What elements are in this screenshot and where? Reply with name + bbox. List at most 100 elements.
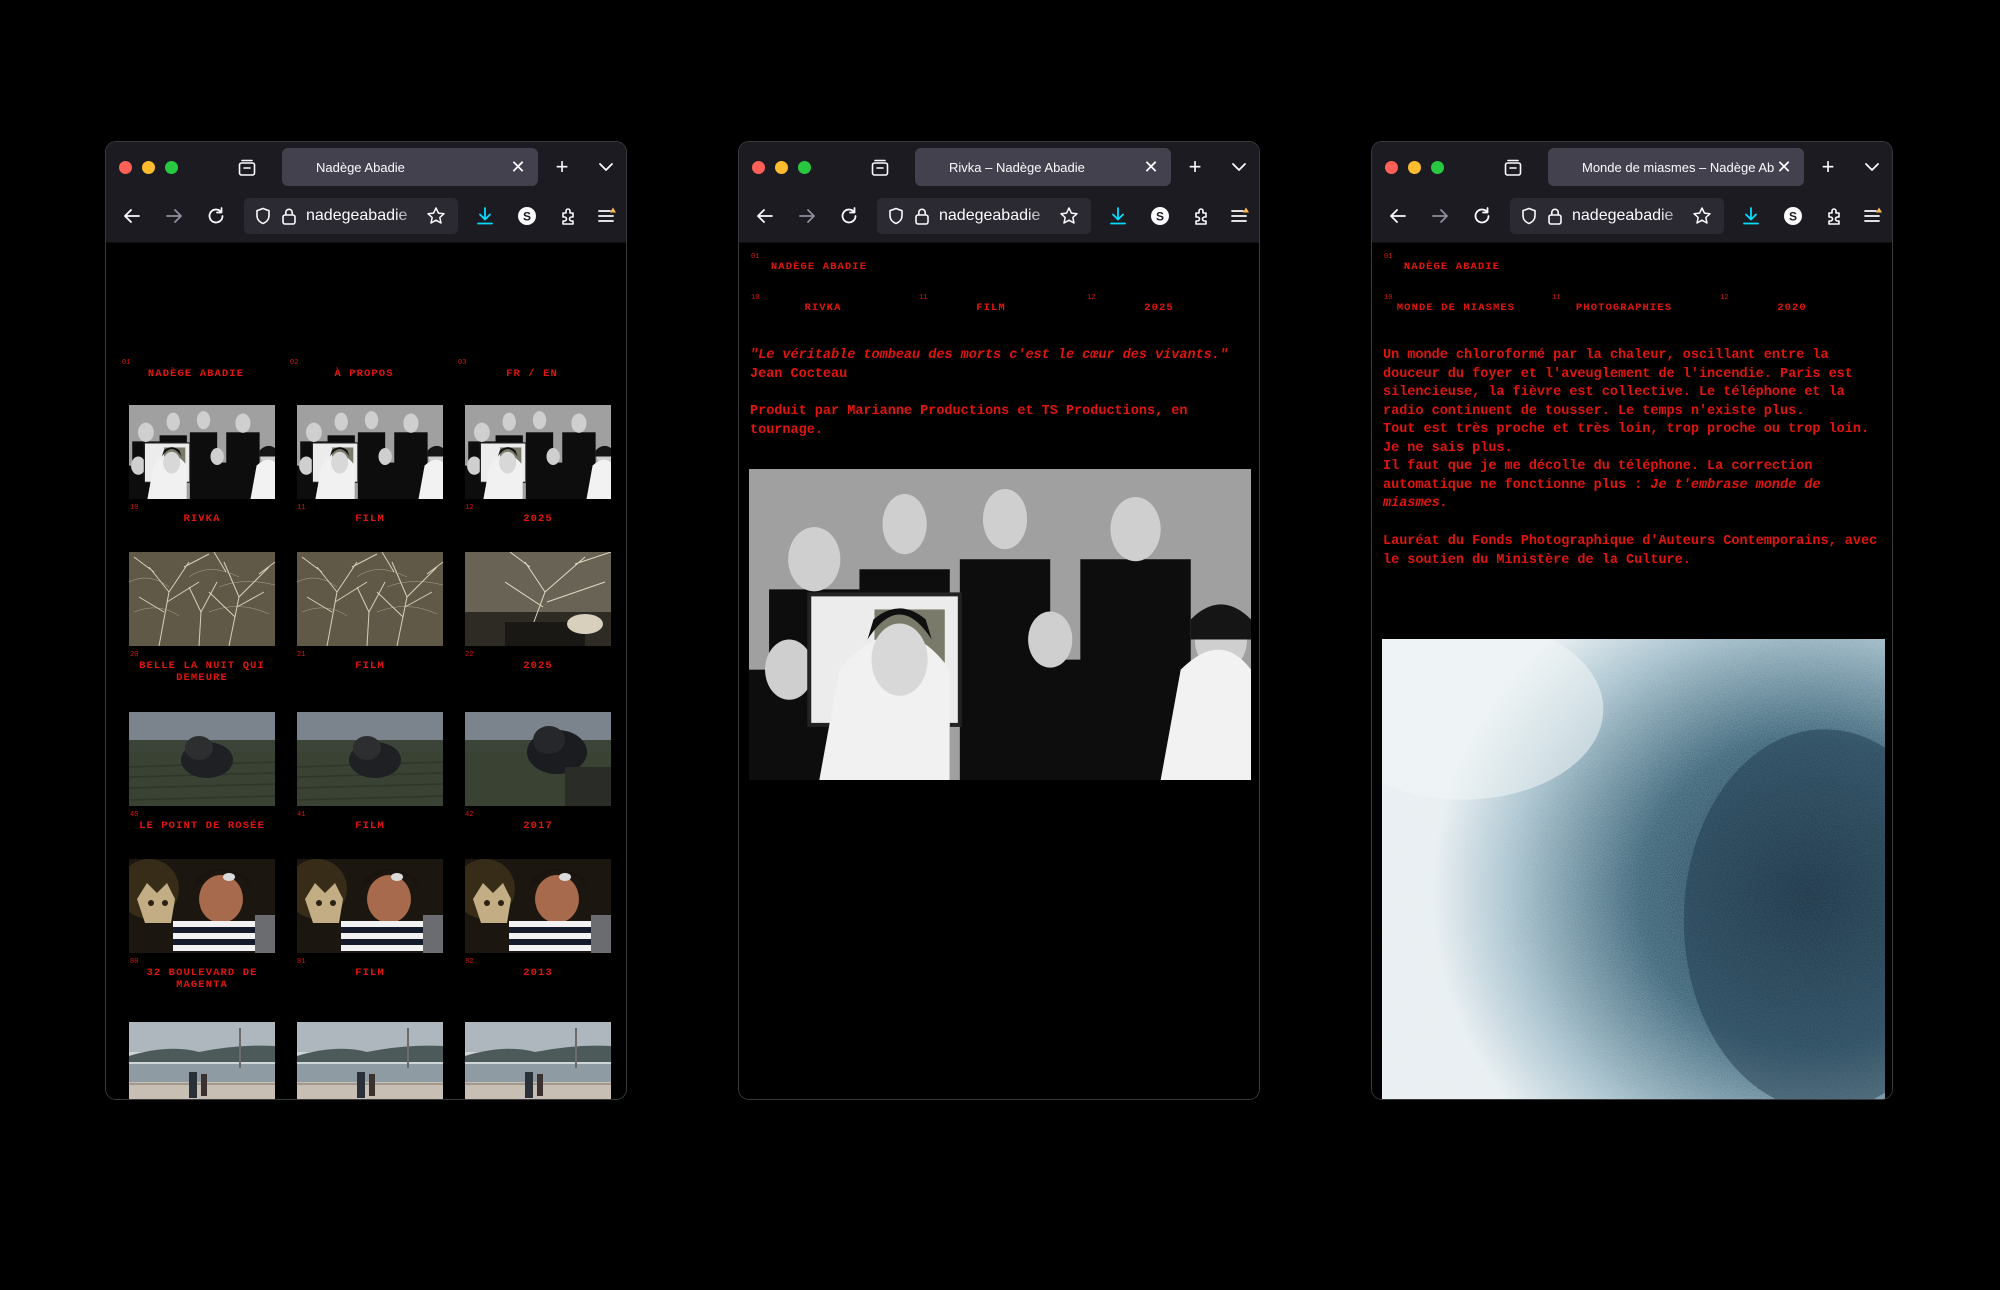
project-thumbnail-boulevard-de-magenta[interactable] [129,859,275,953]
project-year[interactable]: 2013 [465,967,611,979]
project-thumbnail-seaside[interactable] [129,1022,275,1100]
back-icon[interactable] [1387,205,1409,227]
tab-title: Nadège Abadie [316,159,405,175]
project-year[interactable]: 2017 [465,820,611,832]
tab-active[interactable]: Rivka – Nadège Abadie ✕ [915,148,1171,186]
project-number: 80 [130,958,139,966]
extensions-puzzle-icon[interactable] [1191,205,1213,227]
url-fade [394,198,424,234]
zoom-window-button[interactable] [1431,161,1444,174]
project-year[interactable]: 2025 [465,660,611,672]
lock-icon[interactable] [281,207,297,225]
tab-overview-icon[interactable] [869,157,891,179]
project-thumbnail-boulevard-de-magenta[interactable] [297,859,443,953]
app-menu-icon[interactable] [1228,205,1250,227]
shield-icon[interactable] [1520,207,1538,225]
tab-overview-icon[interactable] [236,157,258,179]
forward-icon[interactable] [796,205,818,227]
lock-icon[interactable] [1547,207,1563,225]
project-title[interactable]: BELLE LA NUIT QUI DEMEURE [129,660,275,684]
extension-s-icon[interactable] [516,205,538,227]
url-text[interactable]: nadegeabadie [306,207,407,225]
nav-home-link[interactable]: NADÈGE ABADIE [745,261,893,273]
project-type[interactable]: FILM [297,513,443,525]
reload-icon[interactable] [205,205,227,227]
nav-home-link[interactable]: NADÈGE ABADIE [1378,261,1526,273]
reload-icon[interactable] [1471,205,1493,227]
project-type[interactable]: FILM [297,820,443,832]
list-all-tabs-icon[interactable] [595,156,617,178]
close-window-button[interactable] [119,161,132,174]
list-all-tabs-icon[interactable] [1228,156,1250,178]
back-icon[interactable] [121,205,143,227]
download-icon[interactable] [1740,205,1762,227]
navigation-bar: nadegeabadie [739,194,1259,238]
nav-home-link[interactable]: NADÈGE ABADIE [122,368,270,380]
lock-icon[interactable] [914,207,930,225]
close-tab-icon[interactable]: ✕ [508,157,528,177]
project-thumbnail-seaside[interactable] [297,1022,443,1100]
tab-overview-icon[interactable] [1502,157,1524,179]
address-bar[interactable]: nadegeabadie [1510,198,1724,234]
address-bar[interactable]: nadegeabadie [877,198,1091,234]
minimize-window-button[interactable] [1408,161,1421,174]
nav-number: 01 [122,359,131,367]
address-bar[interactable]: nadegeabadie [244,198,458,234]
bookmark-star-icon[interactable] [426,206,446,226]
forward-icon[interactable] [163,205,185,227]
meta-number: 12 [1720,294,1729,302]
shield-icon[interactable] [254,207,272,225]
close-window-button[interactable] [752,161,765,174]
nav-about-link[interactable]: À PROPOS [290,368,438,380]
project-thumbnail-belle-la-nuit[interactable] [129,552,275,646]
app-menu-icon[interactable] [595,205,617,227]
project-thumbnail-belle-la-nuit[interactable] [297,552,443,646]
tab-active[interactable]: Monde de miasmes – Nadège Abadie ✕ [1548,148,1804,186]
extensions-puzzle-icon[interactable] [558,205,580,227]
minimize-window-button[interactable] [775,161,788,174]
project-year[interactable]: 2025 [465,513,611,525]
project-title[interactable]: RIVKA [129,513,275,525]
project-thumbnail-point-de-rosee[interactable] [129,712,275,806]
shield-icon[interactable] [887,207,905,225]
project-thumbnail-rivka[interactable] [129,405,275,499]
zoom-window-button[interactable] [798,161,811,174]
new-tab-icon[interactable]: + [1184,156,1206,178]
close-tab-icon[interactable]: ✕ [1141,157,1161,177]
project-thumbnail-rivka[interactable] [297,405,443,499]
zoom-window-button[interactable] [165,161,178,174]
project-type[interactable]: FILM [297,660,443,672]
forward-icon[interactable] [1429,205,1451,227]
language-toggle[interactable]: FR / EN [458,368,606,380]
project-thumbnail-belle-la-nuit[interactable] [465,552,611,646]
project-type[interactable]: FILM [297,967,443,979]
new-tab-icon[interactable]: + [551,156,573,178]
url-text[interactable]: nadegeabadie [1572,207,1673,225]
project-thumbnail-rivka[interactable] [465,405,611,499]
project-thumbnail-seaside[interactable] [465,1022,611,1100]
back-icon[interactable] [754,205,776,227]
project-thumbnail-point-de-rosee[interactable] [465,712,611,806]
project-thumbnail-point-de-rosee[interactable] [297,712,443,806]
url-text[interactable]: nadegeabadie [939,207,1040,225]
reload-icon[interactable] [838,205,860,227]
minimize-window-button[interactable] [142,161,155,174]
extension-s-icon[interactable] [1782,205,1804,227]
close-tab-icon[interactable]: ✕ [1774,157,1794,177]
bookmark-star-icon[interactable] [1059,206,1079,226]
list-all-tabs-icon[interactable] [1861,156,1883,178]
download-icon[interactable] [474,205,496,227]
close-window-button[interactable] [1385,161,1398,174]
project-title[interactable]: LE POINT DE ROSÉE [129,820,275,832]
extensions-puzzle-icon[interactable] [1824,205,1846,227]
project-title[interactable]: 32 BOULEVARD DE MAGENTA [129,967,275,991]
new-tab-icon[interactable]: + [1817,156,1839,178]
bookmark-star-icon[interactable] [1692,206,1712,226]
app-menu-icon[interactable] [1861,205,1883,227]
browser-toolbar: Monde de miasmes – Nadège Abadie ✕ + nad… [1372,142,1892,243]
extension-s-icon[interactable] [1149,205,1171,227]
download-icon[interactable] [1107,205,1129,227]
project-thumbnail-boulevard-de-magenta[interactable] [465,859,611,953]
project-title: MONDE DE MIASMES [1396,302,1516,314]
tab-active[interactable]: Nadège Abadie ✕ [282,148,538,186]
